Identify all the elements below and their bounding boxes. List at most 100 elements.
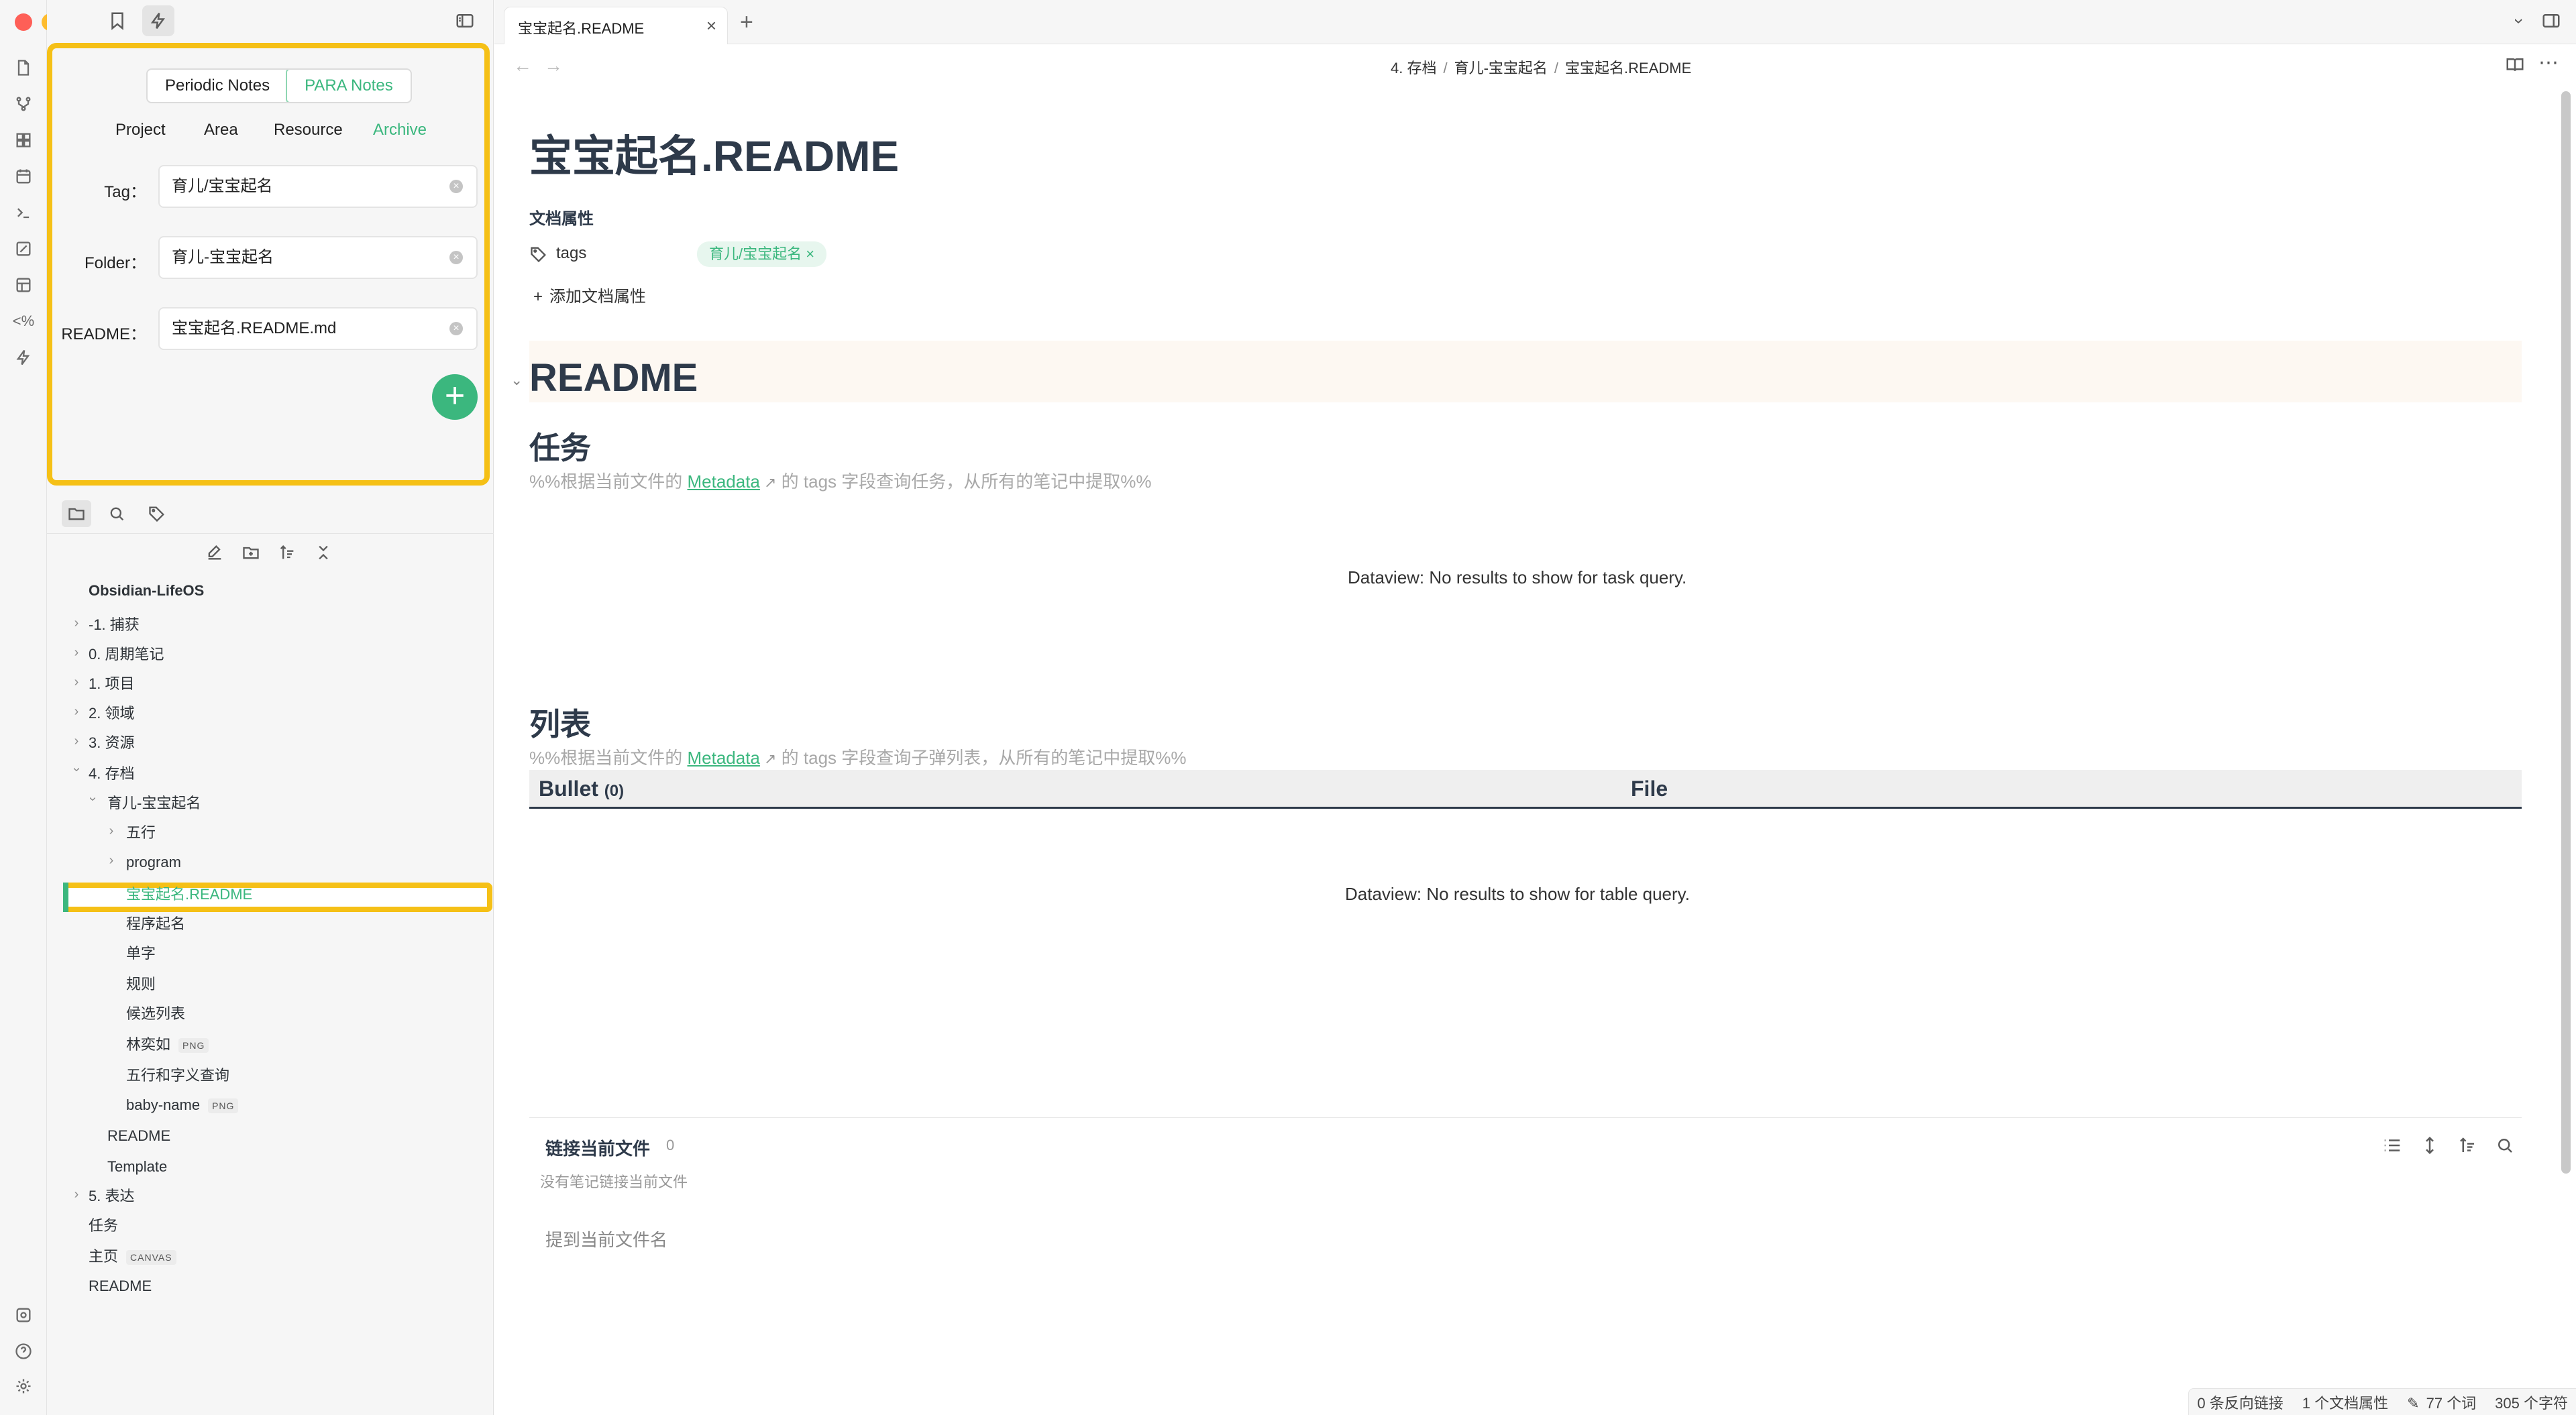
file-candidates[interactable]: 候选列表 bbox=[126, 1001, 185, 1027]
help-icon[interactable] bbox=[13, 1341, 34, 1361]
folder-capture[interactable]: -1. 捕获 bbox=[89, 612, 140, 638]
file-template[interactable]: Template bbox=[107, 1153, 167, 1180]
property-tag-pill[interactable]: 育儿/宝宝起名 × bbox=[697, 241, 827, 267]
clear-tag-icon[interactable]: × bbox=[449, 180, 463, 193]
status-backlinks[interactable]: 0 条反向链接 bbox=[2197, 1392, 2283, 1413]
chevron-down-icon[interactable]: › bbox=[69, 763, 85, 777]
status-words[interactable]: ✎ 77 个词 bbox=[2407, 1392, 2476, 1413]
canvas-icon[interactable] bbox=[13, 239, 34, 259]
search-icon[interactable] bbox=[2495, 1135, 2515, 1160]
percent-code-icon[interactable]: <% bbox=[13, 311, 34, 331]
folder-baby-naming[interactable]: 育儿-宝宝起名 bbox=[107, 790, 201, 817]
file-wuxing-query[interactable]: 五行和字义查询 bbox=[126, 1062, 229, 1089]
list-view-icon[interactable] bbox=[2382, 1135, 2402, 1160]
chevron-right-icon[interactable]: › bbox=[105, 824, 118, 839]
collapse-all-icon[interactable] bbox=[313, 542, 334, 563]
close-icon[interactable]: × bbox=[706, 15, 716, 36]
chevron-right-icon[interactable]: › bbox=[70, 704, 83, 720]
file-readme[interactable]: README bbox=[107, 1123, 170, 1149]
file-rules[interactable]: 规则 bbox=[126, 971, 156, 998]
toggle-right-sidebar-icon[interactable] bbox=[2541, 11, 2561, 36]
task-heading[interactable]: 任务 bbox=[529, 424, 591, 468]
vault-name[interactable]: Obsidian-LifeOS bbox=[89, 582, 204, 600]
file-icon[interactable] bbox=[13, 58, 34, 78]
file-png-baby-name[interactable]: baby-name PNG bbox=[126, 1092, 239, 1119]
tab-archive[interactable]: Archive bbox=[373, 121, 427, 139]
tab-project[interactable]: Project bbox=[115, 121, 166, 139]
more-options-icon[interactable]: ⋯ bbox=[2538, 51, 2559, 74]
breadcrumb-item[interactable]: 4. 存档 bbox=[1391, 60, 1436, 76]
add-property-button[interactable]: + 添加文档属性 bbox=[533, 283, 646, 306]
status-properties[interactable]: 1 个文档属性 bbox=[2302, 1392, 2388, 1413]
folder-areas[interactable]: 2. 领域 bbox=[89, 700, 134, 727]
dashboard-icon[interactable] bbox=[13, 130, 34, 150]
chevron-down-icon[interactable]: › bbox=[85, 793, 101, 806]
expand-icon[interactable] bbox=[2420, 1135, 2440, 1160]
files-tab-icon[interactable] bbox=[62, 500, 91, 527]
readme-heading[interactable]: README bbox=[529, 355, 698, 400]
properties-heading[interactable]: 文档属性 bbox=[529, 205, 594, 229]
template-icon[interactable] bbox=[13, 275, 34, 295]
metadata-link[interactable]: Metadata bbox=[687, 471, 759, 492]
breadcrumb-item[interactable]: 宝宝起名.README bbox=[1565, 60, 1691, 76]
tags-tab-icon[interactable] bbox=[142, 500, 172, 527]
close-window-button[interactable] bbox=[15, 13, 32, 31]
new-note-icon[interactable] bbox=[204, 542, 225, 563]
folder-archive[interactable]: 4. 存档 bbox=[89, 760, 134, 787]
settings-icon[interactable] bbox=[13, 1376, 34, 1396]
file-tasks[interactable]: 任务 bbox=[89, 1212, 118, 1239]
sort-icon[interactable] bbox=[276, 542, 298, 563]
toggle-sidebar-icon[interactable] bbox=[455, 11, 475, 36]
folder-periodic[interactable]: 0. 周期笔记 bbox=[89, 641, 164, 668]
clear-folder-icon[interactable]: × bbox=[449, 251, 463, 264]
bookmark-icon[interactable] bbox=[107, 11, 127, 36]
list-heading[interactable]: 列表 bbox=[529, 700, 591, 744]
file-home-canvas[interactable]: 主页 CANVAS bbox=[89, 1243, 176, 1270]
property-key-tags[interactable]: tags bbox=[529, 244, 586, 264]
backlinks-title[interactable]: 链接当前文件 bbox=[545, 1135, 650, 1160]
sort-icon[interactable] bbox=[2457, 1135, 2477, 1160]
chevron-right-icon[interactable]: › bbox=[105, 853, 118, 868]
tab-area[interactable]: Area bbox=[204, 121, 238, 139]
forward-arrow-icon[interactable]: → bbox=[544, 55, 563, 76]
file-root-readme[interactable]: README bbox=[89, 1273, 152, 1300]
new-tab-icon[interactable]: + bbox=[740, 9, 753, 36]
tab-document[interactable]: 宝宝起名.README × bbox=[504, 7, 728, 44]
folder-program[interactable]: program bbox=[126, 849, 181, 876]
file-single-char[interactable]: 单字 bbox=[126, 940, 156, 967]
readme-input[interactable]: 宝宝起名.README.md × bbox=[158, 307, 478, 350]
column-file[interactable]: File bbox=[1631, 777, 1668, 801]
calendar-icon[interactable] bbox=[13, 166, 34, 186]
lightning-icon[interactable] bbox=[142, 5, 174, 36]
file-baby-readme-active[interactable]: 宝宝起名.README bbox=[126, 881, 252, 908]
terminal-icon[interactable] bbox=[13, 203, 34, 223]
periodic-notes-button[interactable]: Periodic Notes bbox=[148, 70, 287, 102]
unlinked-mentions[interactable]: 提到当前文件名 bbox=[545, 1227, 667, 1251]
back-arrow-icon[interactable]: ← bbox=[513, 55, 532, 76]
folder-wuxing[interactable]: 五行 bbox=[126, 819, 156, 846]
clear-readme-icon[interactable]: × bbox=[449, 322, 463, 335]
chevron-right-icon[interactable]: › bbox=[70, 675, 83, 690]
new-folder-icon[interactable] bbox=[240, 542, 262, 563]
para-notes-button[interactable]: PARA Notes bbox=[286, 70, 411, 102]
page-title[interactable]: 宝宝起名.README bbox=[529, 122, 899, 184]
folder-input[interactable]: 育儿-宝宝起名 × bbox=[158, 236, 478, 279]
graph-icon[interactable] bbox=[13, 94, 34, 114]
folder-resources[interactable]: 3. 资源 bbox=[89, 730, 134, 756]
search-tab-icon[interactable] bbox=[102, 500, 131, 527]
chevron-right-icon[interactable]: › bbox=[70, 645, 83, 661]
vault-icon[interactable] bbox=[13, 1305, 34, 1325]
tab-resource[interactable]: Resource bbox=[274, 121, 343, 139]
breadcrumb-item[interactable]: 育儿-宝宝起名 bbox=[1454, 60, 1548, 76]
chevron-right-icon[interactable]: › bbox=[70, 616, 83, 631]
reading-view-icon[interactable] bbox=[2505, 55, 2525, 80]
file-program-naming[interactable]: 程序起名 bbox=[126, 911, 185, 938]
remove-tag-icon[interactable]: × bbox=[806, 245, 814, 262]
chevron-right-icon[interactable]: › bbox=[70, 734, 83, 749]
scrollbar[interactable] bbox=[2561, 91, 2571, 1174]
tag-input[interactable]: 育儿/宝宝起名 × bbox=[158, 165, 478, 208]
file-png-lin[interactable]: 林奕如 PNG bbox=[126, 1031, 209, 1058]
chevron-down-icon[interactable]: › bbox=[2509, 18, 2530, 24]
fold-chevron-icon[interactable]: ⌄ bbox=[511, 372, 523, 389]
lightning-icon[interactable] bbox=[13, 347, 34, 367]
